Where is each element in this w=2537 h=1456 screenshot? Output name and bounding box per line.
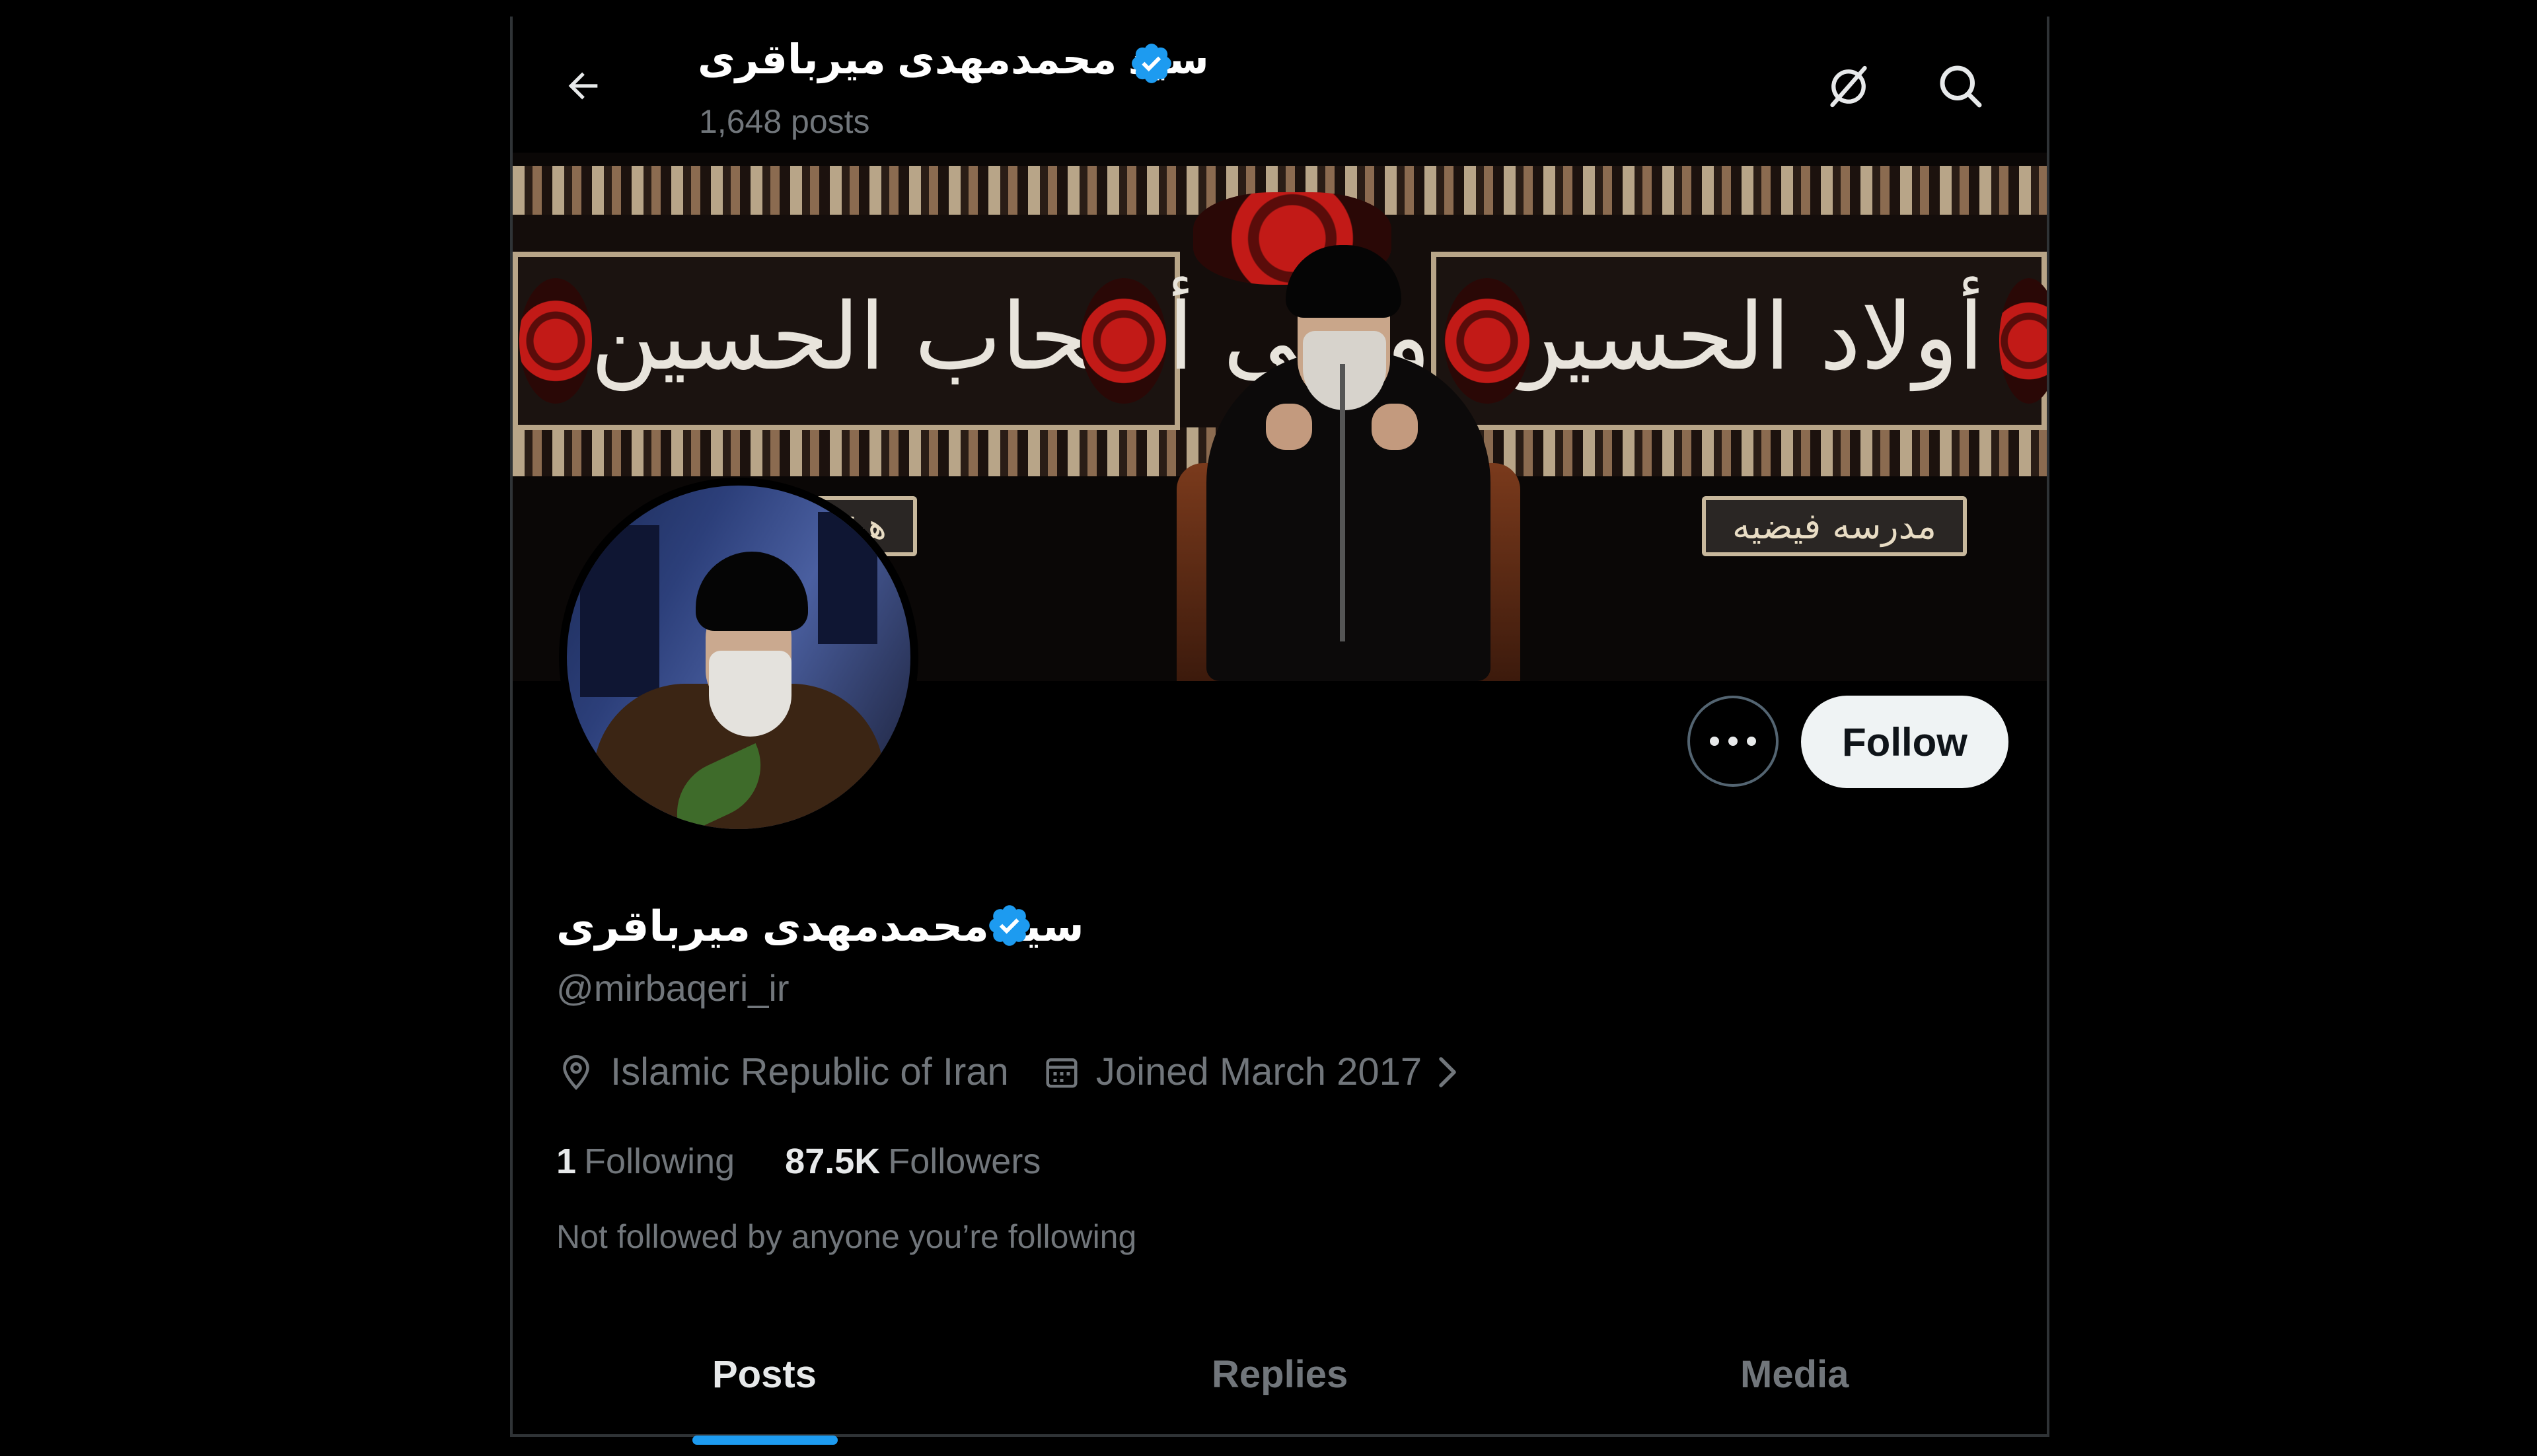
- tab-replies[interactable]: Replies: [1212, 1352, 1348, 1397]
- handle: @mirbaqeri_ir: [556, 967, 790, 1009]
- search-button[interactable]: [1933, 59, 1989, 114]
- floral-ornament: [519, 278, 592, 404]
- avatar-beard: [709, 651, 791, 737]
- follow-stats: 1 Following 87.5K Followers: [556, 1141, 1041, 1182]
- avatar-turban: [696, 552, 808, 631]
- avatar[interactable]: [567, 486, 910, 829]
- plaque-right: مدرسه فيضيه: [1702, 496, 1967, 556]
- banner-figure-hand: [1266, 404, 1312, 450]
- verified-badge-icon: [1132, 44, 1171, 83]
- following-count: 1: [556, 1142, 577, 1181]
- joined-text[interactable]: Joined March 2017: [1096, 1050, 1422, 1094]
- followers-label: Followers: [888, 1142, 1041, 1181]
- not-followed-note: Not followed by anyone you’re following: [556, 1218, 1137, 1255]
- profile-meta: Islamic Republic of Iran Joined March 20…: [556, 1050, 1479, 1094]
- avatar-bookshelf: [818, 512, 877, 644]
- back-button[interactable]: [560, 63, 607, 109]
- active-tab-indicator: [692, 1436, 838, 1445]
- more-icon-dot: [1728, 737, 1738, 746]
- follow-button[interactable]: Follow: [1801, 696, 2008, 788]
- following-label: Following: [584, 1142, 735, 1181]
- tab-posts[interactable]: Posts: [712, 1352, 817, 1397]
- back-arrow-icon: [568, 72, 598, 100]
- more-icon-dot: [1747, 737, 1756, 746]
- more-button[interactable]: [1687, 696, 1779, 787]
- tab-media[interactable]: Media: [1740, 1352, 1849, 1397]
- grok-icon: [1830, 65, 1867, 108]
- grok-button[interactable]: [1821, 59, 1876, 114]
- floral-ornament: [1444, 278, 1530, 404]
- banner-panel-left: وعلی أصحاب الحسين: [513, 252, 1430, 430]
- more-icon: [1710, 737, 1719, 746]
- location-text: Islamic Republic of Iran: [610, 1050, 1009, 1093]
- followers-count: 87.5K: [785, 1142, 881, 1181]
- location-pin-icon: [563, 1054, 589, 1090]
- avatar-bookshelf: [580, 525, 659, 697]
- following-link[interactable]: 1 Following: [556, 1141, 735, 1182]
- verified-badge-icon[interactable]: [986, 902, 1033, 949]
- calligraphy-right: وعلی أولاد الحسين: [1496, 283, 2047, 391]
- profile-panel: سید محمدمهدی میرباقری 1,648 posts وعلی أ…: [510, 17, 2049, 1445]
- posts-count: 1,648 posts: [699, 103, 870, 140]
- microphone: [1340, 364, 1345, 641]
- calendar-icon: [1046, 1058, 1078, 1087]
- floral-ornament: [1081, 278, 1167, 404]
- followers-link[interactable]: 87.5K Followers: [785, 1141, 1041, 1182]
- banner-figure-hand: [1372, 404, 1418, 450]
- chevron-right-icon[interactable]: [1431, 1052, 1464, 1092]
- search-icon: [1940, 65, 1982, 108]
